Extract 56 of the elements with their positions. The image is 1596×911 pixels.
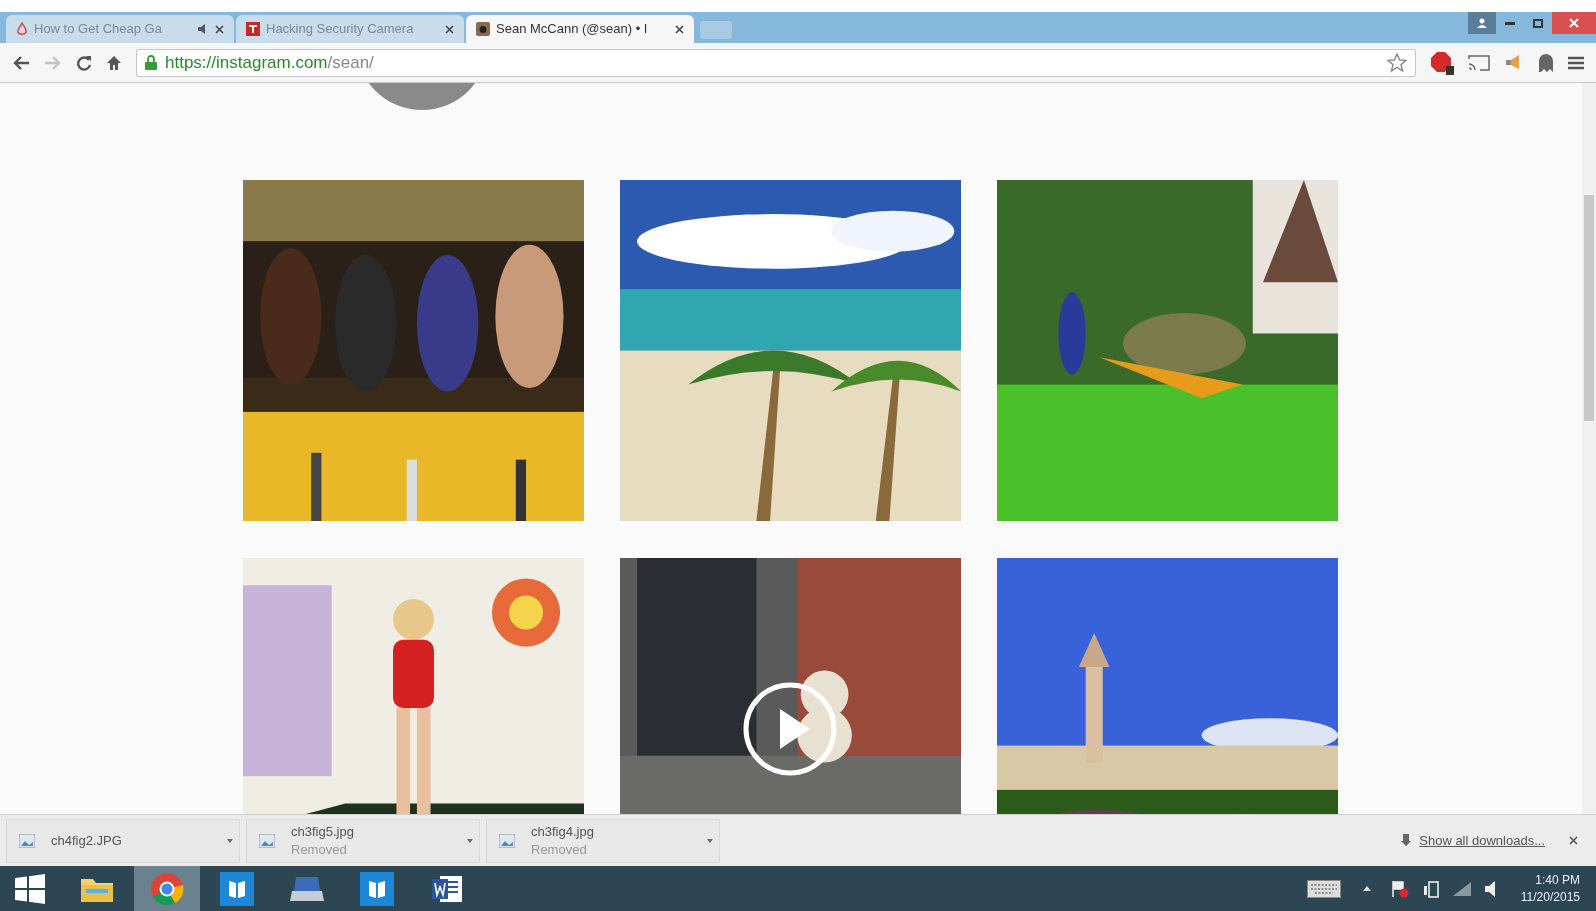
speaker-icon[interactable] bbox=[1484, 880, 1495, 897]
image-file-icon bbox=[259, 833, 275, 848]
ghost-icon[interactable] bbox=[1538, 52, 1554, 73]
close-icon bbox=[1569, 18, 1579, 28]
browser-logo-icon bbox=[150, 871, 184, 906]
star-icon[interactable] bbox=[1387, 52, 1407, 73]
file-name: ch3fig4.jpg bbox=[531, 822, 595, 841]
lock-icon bbox=[145, 55, 157, 70]
reload-icon[interactable] bbox=[76, 54, 92, 71]
dropdown-caret-icon[interactable] bbox=[707, 838, 713, 843]
caret-up-icon[interactable] bbox=[1362, 886, 1371, 891]
url-text: https://instagram.com/sean/ bbox=[165, 51, 375, 74]
scrollbar[interactable] bbox=[1582, 83, 1596, 814]
stop-sign-icon[interactable] bbox=[1430, 50, 1454, 75]
download-status: Removed bbox=[531, 840, 588, 859]
address-bar[interactable]: https://instagram.com/sean/ bbox=[136, 48, 1416, 77]
keyboard-icon[interactable] bbox=[1306, 879, 1341, 898]
person-icon bbox=[1477, 18, 1487, 28]
clock-date: 11/20/2015 bbox=[1520, 888, 1580, 906]
file-name: ch3fig5.jpg bbox=[291, 822, 355, 841]
download-icon bbox=[1401, 833, 1412, 848]
close-icon[interactable] bbox=[445, 24, 454, 34]
browser-tab[interactable]: Sean McCann (@sean) • I bbox=[466, 15, 694, 43]
book-icon bbox=[220, 871, 254, 906]
menu-icon[interactable] bbox=[1568, 55, 1584, 70]
home-icon[interactable] bbox=[106, 54, 122, 71]
close-icon[interactable] bbox=[215, 24, 224, 34]
download-item[interactable]: ch3fig4.jpg Removed bbox=[486, 818, 720, 863]
signal-icon[interactable] bbox=[1452, 881, 1471, 896]
profile-icon[interactable] bbox=[1468, 12, 1496, 34]
power-icon[interactable] bbox=[1422, 879, 1439, 898]
image-file-icon bbox=[19, 833, 35, 848]
flag-icon[interactable] bbox=[1390, 879, 1409, 898]
letter-tile-icon bbox=[246, 22, 260, 36]
show-all-downloads-link[interactable]: Show all downloads... bbox=[1419, 830, 1545, 851]
play-icon[interactable] bbox=[742, 681, 838, 777]
book-icon bbox=[360, 871, 394, 906]
image-file-icon bbox=[499, 833, 515, 848]
dropdown-caret-icon[interactable] bbox=[467, 838, 473, 843]
download-item[interactable]: ch3fig5.jpg Removed bbox=[246, 818, 480, 863]
download-item[interactable]: ch4fig2.JPG bbox=[6, 818, 240, 863]
dropdown-caret-icon[interactable] bbox=[227, 838, 233, 843]
windows-logo-icon bbox=[15, 873, 45, 904]
cast-icon[interactable] bbox=[1468, 53, 1490, 72]
close-window-button[interactable] bbox=[1552, 12, 1596, 34]
back-icon[interactable] bbox=[12, 54, 30, 71]
clock-time: 1:40 PM bbox=[1535, 871, 1580, 889]
download-status: Removed bbox=[291, 840, 348, 859]
tab-title: Sean McCann (@sean) • I bbox=[496, 20, 649, 39]
flame-icon bbox=[16, 22, 28, 36]
camera-icon bbox=[476, 22, 490, 36]
close-icon[interactable] bbox=[1569, 836, 1578, 845]
tab-title: Hacking Security Camera bbox=[266, 20, 415, 39]
close-icon[interactable] bbox=[675, 24, 684, 34]
tab-title: How to Get Cheap Ga bbox=[34, 20, 163, 39]
file-name: ch4fig2.JPG bbox=[51, 831, 123, 850]
